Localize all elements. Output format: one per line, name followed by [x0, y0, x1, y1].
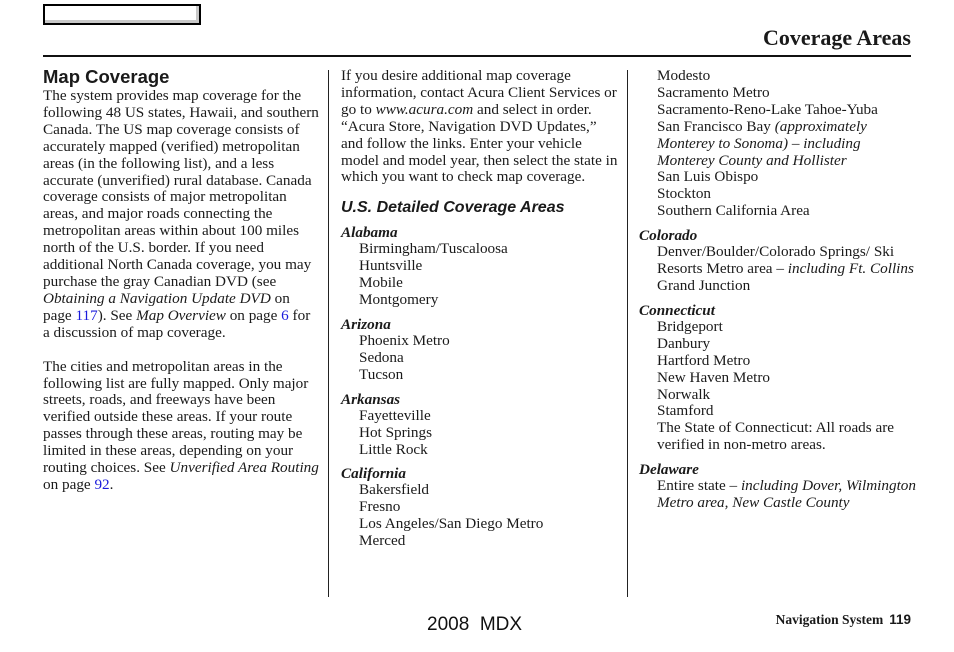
- city-list-california: Bakersfield Fresno Los Angeles/San Diego…: [341, 482, 621, 550]
- header-tab-box: [43, 4, 201, 25]
- city-item: Phoenix Metro: [359, 331, 450, 349]
- column-divider-right: [627, 70, 628, 597]
- state-heading-colorado: Colorado: [639, 227, 698, 245]
- city-item: Norwalk: [657, 385, 711, 403]
- city-item: Los Angeles/San Diego Metro: [359, 515, 544, 533]
- fully-mapped-paragraph: The cities and metropolitan areas in the…: [43, 358, 319, 494]
- reference-title: Unverified Area Routing: [169, 459, 319, 477]
- right-column: Modesto Sacramento Metro Sacramento-Reno…: [639, 67, 919, 512]
- city-item: Birmingham/Tuscaloosa: [359, 240, 508, 258]
- city-note: including Ft. Collins: [787, 260, 914, 278]
- page-link-6[interactable]: 6: [281, 307, 289, 324]
- city-item: San Luis Obispo: [657, 168, 759, 186]
- city-list-colorado: Denver/Boulder/Colorado Springs/ Ski Res…: [639, 243, 919, 295]
- city-item: Sacramento Metro: [657, 83, 770, 101]
- city-item: Hot Springs: [359, 423, 432, 441]
- city-item: Modesto: [657, 67, 711, 84]
- footer-model-label: 2008 MDX: [427, 614, 523, 635]
- city-name: Entire state –: [657, 477, 741, 495]
- city-item: Merced: [359, 532, 406, 550]
- city-item: Fayetteville: [359, 406, 431, 424]
- website-url: www.acura.com: [375, 100, 474, 118]
- city-item: Fresno: [359, 498, 401, 516]
- section-heading-map-coverage: Map Coverage: [43, 66, 170, 87]
- city-list-arizona: Phoenix Metro Sedona Tucson: [341, 331, 621, 384]
- paragraph-text: The system provides map coverage for the…: [43, 87, 319, 290]
- state-heading-california: California: [341, 465, 406, 483]
- column-divider-left: [328, 70, 329, 597]
- city-item: Southern California Area: [657, 202, 810, 220]
- reference-title: Obtaining a Navigation Update DVD: [43, 289, 271, 307]
- city-item: Grand Junction: [657, 276, 751, 294]
- city-item-entire-state: Entire state – including Dover, Wilmingt…: [657, 477, 919, 512]
- paragraph-text: on page: [225, 306, 282, 324]
- reference-title: Map Overview: [136, 306, 226, 324]
- state-heading-arizona: Arizona: [341, 315, 391, 333]
- state-heading-arkansas: Arkansas: [341, 390, 401, 408]
- city-item: Danbury: [657, 334, 711, 352]
- city-item: Mobile: [359, 274, 403, 292]
- city-item: New Haven Metro: [657, 368, 771, 386]
- city-item: Hartford Metro: [657, 351, 751, 369]
- footer-page-info: Navigation System 119: [776, 612, 911, 628]
- subheading-us-detailed-coverage: U.S. Detailed Coverage Areas: [341, 199, 565, 217]
- paragraph-text: on page: [43, 475, 95, 493]
- city-item: Bakersfield: [359, 481, 430, 499]
- city-list-delaware: Entire state – including Dover, Wilmingt…: [639, 477, 919, 512]
- city-item-san-francisco-bay: San Francisco Bay (approximately Montere…: [657, 117, 919, 170]
- city-item: Stamford: [657, 402, 714, 420]
- city-item: Sedona: [359, 348, 404, 366]
- city-item: The State of Connecticut: All roads are …: [657, 419, 895, 454]
- state-heading-delaware: Delaware: [639, 461, 699, 479]
- page-link-117[interactable]: 117: [75, 307, 97, 324]
- left-column: Map Coverage The system provides map cov…: [43, 66, 319, 494]
- city-list-connecticut: Bridgeport Danbury Hartford Metro New Ha…: [639, 317, 919, 454]
- city-item: Huntsville: [359, 257, 423, 275]
- city-list-alabama: Birmingham/Tuscaloosa Huntsville Mobile …: [341, 240, 621, 309]
- city-list-arkansas: Fayetteville Hot Springs Little Rock: [341, 406, 621, 459]
- page-title: Coverage Areas: [762, 25, 911, 50]
- header-divider: [43, 55, 911, 57]
- middle-column: If you desire additional map coverage in…: [341, 67, 621, 550]
- page-link-92[interactable]: 92: [94, 476, 109, 493]
- footer-section-label: Navigation System: [775, 612, 884, 627]
- city-item: Stockton: [657, 185, 712, 203]
- city-list-california-continued: Modesto Sacramento Metro Sacramento-Reno…: [639, 67, 919, 220]
- city-item: Montgomery: [359, 291, 439, 309]
- city-item: Sacramento-Reno-Lake Tahoe-Yuba: [657, 100, 878, 118]
- city-item: Tucson: [359, 365, 404, 383]
- state-heading-alabama: Alabama: [341, 224, 398, 242]
- city-item: Bridgeport: [657, 317, 723, 335]
- page-number: 119: [889, 612, 911, 627]
- map-coverage-paragraph: The system provides map coverage for the…: [43, 87, 319, 342]
- city-item-denver: Denver/Boulder/Colorado Springs/ Ski Res…: [657, 243, 919, 278]
- paragraph-text: ). See: [97, 306, 137, 324]
- additional-coverage-paragraph: If you desire additional map coverage in…: [341, 67, 621, 186]
- city-name: San Francisco Bay: [657, 117, 775, 135]
- state-heading-connecticut: Connecticut: [639, 301, 715, 319]
- paragraph-text: .: [109, 475, 114, 493]
- city-item: Little Rock: [359, 440, 428, 458]
